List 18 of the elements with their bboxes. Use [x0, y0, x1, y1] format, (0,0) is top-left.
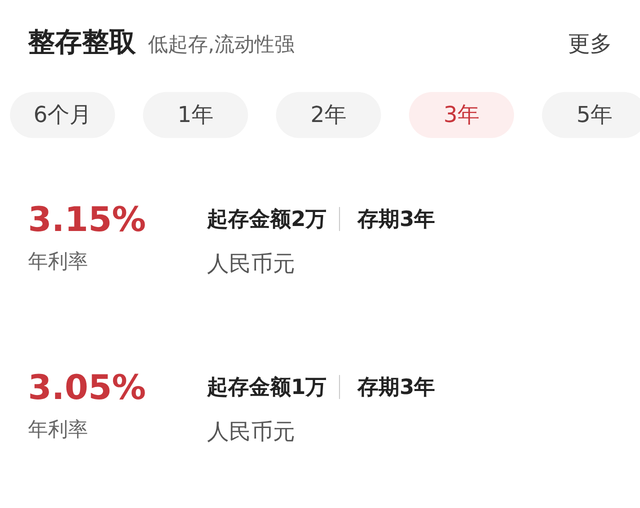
currency-label: 人民币元	[207, 251, 296, 279]
term-tab[interactable]: 5年	[542, 92, 640, 138]
term-tab[interactable]: 3年	[409, 92, 514, 138]
rate-label: 年利率	[28, 248, 89, 275]
interest-rate: 3.05%	[28, 368, 147, 408]
currency-label: 人民币元	[207, 419, 296, 447]
rate-label: 年利率	[28, 416, 89, 443]
minimum-amount: 起存金额2万	[207, 206, 327, 233]
term-tab[interactable]: 6个月	[10, 92, 115, 138]
section-subtitle: 低起存,流动性强	[148, 31, 294, 58]
deposit-term: 存期3年	[358, 374, 436, 401]
interest-rate: 3.15%	[28, 200, 147, 240]
term-tab[interactable]: 1年	[143, 92, 248, 138]
term-tab[interactable]: 2年	[276, 92, 381, 138]
section-title: 整存整取	[28, 26, 136, 60]
deposit-term: 存期3年	[358, 206, 436, 233]
more-link[interactable]: 更多	[568, 29, 612, 59]
minimum-amount: 起存金额1万	[207, 374, 327, 401]
